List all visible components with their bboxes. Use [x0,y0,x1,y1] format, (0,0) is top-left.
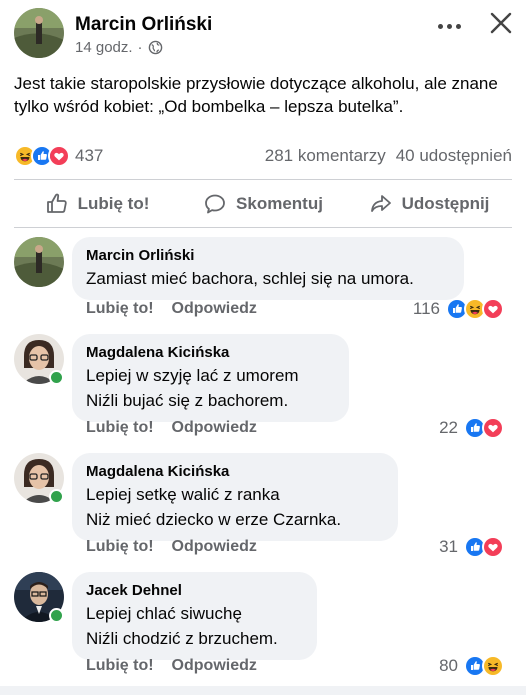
comment-like-button[interactable]: Lubię to! [86,657,154,674]
comment-reply-button[interactable]: Odpowiedz [172,538,257,555]
comments-count[interactable]: 281 komentarzy [265,146,386,165]
comment-bubble: Magdalena Kicińska Lepiej w szyję lać z … [72,334,349,422]
comment-text: Lepiej setkę walić z ranka [86,485,280,504]
commenter-avatar[interactable] [14,453,64,504]
share-label: Udostępnij [401,194,490,213]
comment-reaction-count: 31 [439,537,458,556]
globe-icon [148,40,162,55]
love-icon [482,417,504,439]
bottom-edge [0,686,526,695]
comment-item: Magdalena Kicińska Lepiej w szyję lać z … [14,334,514,444]
comment-bubble: Marcin Orliński Zamiast mieć bachora, sc… [72,237,464,300]
online-indicator [49,489,64,504]
comment-reply-button[interactable]: Odpowiedz [172,657,257,674]
comment-actions: Lubię to! Odpowiedz [86,419,257,437]
post-counts: 281 komentarzy 40 udostępnień [265,146,512,166]
more-icon[interactable] [434,14,464,38]
online-indicator [49,608,64,623]
comment-like-button[interactable]: Lubię to! [86,538,154,555]
comment-reaction-count: 116 [412,299,440,318]
comment-item: Marcin Orliński Zamiast mieć bachora, sc… [14,237,514,327]
comment-reaction-count: 80 [439,656,458,675]
comment-reactions[interactable]: 80 [439,655,504,677]
divider [14,227,512,228]
reaction-summary[interactable]: 437 [14,144,103,168]
post-author-name[interactable]: Marcin Orliński [75,14,212,36]
comment-reply-button[interactable]: Odpowiedz [172,419,257,436]
online-indicator [49,370,64,385]
comment-reactions[interactable]: 116 [412,298,504,320]
haha-icon [482,655,504,677]
comment-text: Zamiast mieć bachora, schlej się na umor… [86,269,414,288]
meta-separator: · [137,39,143,56]
comment-author[interactable]: Marcin Orliński [86,247,448,265]
comment-reaction-count: 22 [439,418,458,437]
comment-icon [205,194,225,214]
like-button[interactable]: Lubię to! [14,180,180,228]
commenter-avatar[interactable] [14,572,64,623]
close-icon[interactable] [488,10,514,36]
like-icon [46,193,67,213]
post-meta: 14 godz. · [75,39,163,56]
post-time[interactable]: 14 godz. [75,39,133,56]
post-stats: 437 281 komentarzy 40 udostępnień [14,142,512,170]
comment-text: Niźli bujać się z bachorem. [86,391,289,410]
share-icon [370,195,391,212]
love-icon [482,298,504,320]
comment-like-button[interactable]: Lubię to! [86,419,154,436]
comment-author[interactable]: Jacek Dehnel [86,582,301,600]
shares-count[interactable]: 40 udostępnień [396,146,512,165]
comment-text: Niż mieć dziecko w erze Czarnka. [86,510,342,529]
comment-label: Skomentuj [236,194,323,213]
like-label: Lubię to! [77,194,150,213]
love-icon [482,536,504,558]
comment-actions: Lubię to! Odpowiedz [86,538,257,556]
comment-like-button[interactable]: Lubię to! [86,300,154,317]
comment-bubble: Jacek Dehnel Lepiej chlać siwuchę Niźli … [72,572,317,660]
comment-actions: Lubię to! Odpowiedz [86,657,257,675]
reaction-count[interactable]: 437 [75,146,103,166]
comment-author[interactable]: Magdalena Kicińska [86,463,382,481]
comment-text: Niźli chodzić z brzuchem. [86,629,278,648]
comment-actions: Lubię to! Odpowiedz [86,300,257,318]
love-icon [48,145,70,167]
author-avatar[interactable] [14,8,64,58]
share-button[interactable]: Udostępnij [346,180,512,228]
comment-reply-button[interactable]: Odpowiedz [172,300,257,317]
commenter-avatar[interactable] [14,237,64,287]
comment-text: Lepiej w szyję lać z umorem [86,366,299,385]
comment-reactions[interactable]: 31 [439,536,504,558]
comment-reactions[interactable]: 22 [439,417,504,439]
comment-bubble: Magdalena Kicińska Lepiej setkę walić z … [72,453,398,541]
post-header: Marcin Orliński 14 godz. · [14,8,514,60]
comment-text: Lepiej chlać siwuchę [86,604,242,623]
comment-button[interactable]: Skomentuj [180,180,346,228]
post-actions: Lubię to! Skomentuj Udostępnij [14,180,512,228]
comment-author[interactable]: Magdalena Kicińska [86,344,333,362]
commenter-avatar[interactable] [14,334,64,385]
post-text: Jest takie staropolskie przysłowie dotyc… [14,74,498,116]
comment-item: Jacek Dehnel Lepiej chlać siwuchę Niźli … [14,572,514,682]
comment-item: Magdalena Kicińska Lepiej setkę walić z … [14,453,514,563]
